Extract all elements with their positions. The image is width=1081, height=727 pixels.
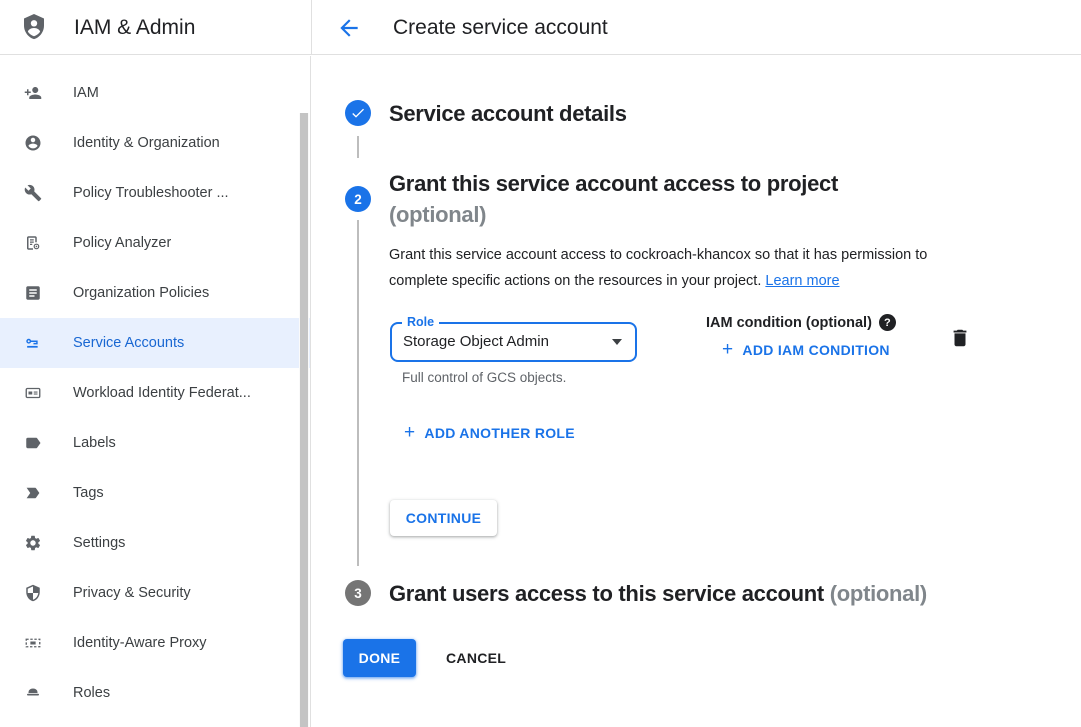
plus-icon: + [404, 423, 415, 442]
sidebar-item-label: Labels [73, 435, 116, 451]
sidebar-item-iam[interactable]: IAM [0, 68, 310, 118]
sidebar-item-privacy-security[interactable]: Privacy & Security [0, 568, 310, 618]
sidebar-item-label: Workload Identity Federat... [73, 385, 251, 401]
check-icon [350, 105, 366, 121]
policy-analyzer-icon [24, 234, 42, 252]
sidebar-item-label: Tags [73, 485, 104, 501]
document-icon [24, 284, 42, 302]
sidebar-item-policy-troubleshooter[interactable]: Policy Troubleshooter ... [0, 168, 310, 218]
stepper-connector [357, 220, 359, 566]
step2-optional-label: (optional) [389, 199, 838, 230]
sidebar-item-label: Identity & Organization [73, 135, 220, 151]
step3-title: Grant users access to this service accou… [389, 581, 824, 606]
sidebar-item-label: Identity-Aware Proxy [73, 635, 207, 651]
step1-title: Service account details [389, 98, 627, 129]
product-title: IAM & Admin [74, 0, 195, 55]
main-content: Service account details 2 Grant this ser… [312, 56, 1081, 727]
step2-description-text: Grant this service account access to coc… [389, 247, 927, 289]
step2-number: 2 [354, 192, 362, 207]
sidebar-item-identity-aware-proxy[interactable]: Identity-Aware Proxy [0, 618, 310, 668]
sidebar-item-label: Roles [73, 685, 110, 701]
cancel-button[interactable]: CANCEL [432, 639, 520, 677]
add-another-role-button[interactable]: + ADD ANOTHER ROLE [404, 423, 575, 442]
sidebar-item-label: Settings [73, 535, 125, 551]
role-select-value: Storage Object Admin [403, 324, 549, 360]
iam-condition-label: IAM condition (optional) [706, 315, 872, 331]
stepper-connector [357, 136, 359, 158]
label-tag-icon [24, 434, 42, 452]
tag-arrow-icon [24, 484, 42, 502]
service-account-key-icon [24, 334, 42, 352]
step3-number: 3 [354, 586, 362, 601]
iam-condition-label-row: IAM condition (optional) ? [706, 314, 896, 331]
sidebar-item-labels[interactable]: Labels [0, 418, 310, 468]
iam-admin-shield-logo-icon [21, 12, 47, 42]
wrench-icon [24, 184, 42, 202]
role-select[interactable]: Role Storage Object Admin [390, 322, 637, 362]
add-another-role-label: ADD ANOTHER ROLE [424, 425, 575, 441]
plus-icon: + [722, 340, 733, 359]
iap-icon [24, 634, 42, 652]
sidebar-item-policy-analyzer[interactable]: Policy Analyzer [0, 218, 310, 268]
add-iam-condition-label: ADD IAM CONDITION [742, 342, 889, 358]
roles-hat-icon [24, 684, 42, 702]
sidebar-item-workload-identity-federation[interactable]: Workload Identity Federat... [0, 368, 310, 418]
learn-more-link[interactable]: Learn more [765, 273, 839, 289]
product-header: IAM & Admin [0, 0, 312, 55]
sidebar-item-label: Organization Policies [73, 285, 209, 301]
add-iam-condition-button[interactable]: + ADD IAM CONDITION [722, 340, 890, 359]
sidebar-item-label: Service Accounts [73, 335, 184, 351]
help-icon[interactable]: ? [879, 314, 896, 331]
step3-heading: Grant users access to this service accou… [389, 578, 927, 609]
step2-heading: Grant this service account access to pro… [389, 168, 838, 230]
sidebar-item-label: Policy Troubleshooter ... [73, 185, 229, 201]
gear-icon [24, 534, 42, 552]
done-button[interactable]: DONE [343, 639, 416, 677]
sidebar-nav: IAM Identity & Organization Policy Troub… [0, 56, 311, 727]
identity-person-icon [24, 134, 42, 152]
chevron-down-icon [612, 339, 622, 345]
step1-complete-circle [345, 100, 371, 126]
continue-button[interactable]: CONTINUE [390, 500, 497, 536]
top-header: IAM & Admin Create service account [0, 0, 1081, 55]
sidebar-scrollbar-thumb[interactable] [300, 113, 308, 727]
delete-role-trash-icon[interactable] [949, 327, 973, 351]
step2-description: Grant this service account access to coc… [389, 243, 987, 294]
sidebar-item-organization-policies[interactable]: Organization Policies [0, 268, 310, 318]
id-card-icon [24, 384, 42, 402]
step3-number-circle: 3 [345, 580, 371, 606]
step2-title: Grant this service account access to pro… [389, 168, 838, 199]
page-title: Create service account [393, 0, 608, 55]
role-helper-text: Full control of GCS objects. [402, 370, 566, 385]
create-service-account-page: IAM & Admin Create service account IAM I… [0, 0, 1081, 727]
sidebar-item-settings[interactable]: Settings [0, 518, 310, 568]
person-add-icon [24, 84, 42, 102]
sidebar-item-identity-organization[interactable]: Identity & Organization [0, 118, 310, 168]
back-arrow-icon[interactable] [336, 15, 362, 41]
sidebar-item-tags[interactable]: Tags [0, 468, 310, 518]
step3-optional-label: (optional) [830, 581, 927, 606]
step2-number-circle: 2 [345, 186, 371, 212]
half-shield-icon [24, 584, 42, 602]
sidebar-item-roles[interactable]: Roles [0, 668, 310, 718]
sidebar-item-service-accounts[interactable]: Service Accounts [0, 318, 310, 368]
sidebar-item-label: Privacy & Security [73, 585, 191, 601]
sidebar-item-label: IAM [73, 85, 99, 101]
sidebar-item-label: Policy Analyzer [73, 235, 171, 251]
